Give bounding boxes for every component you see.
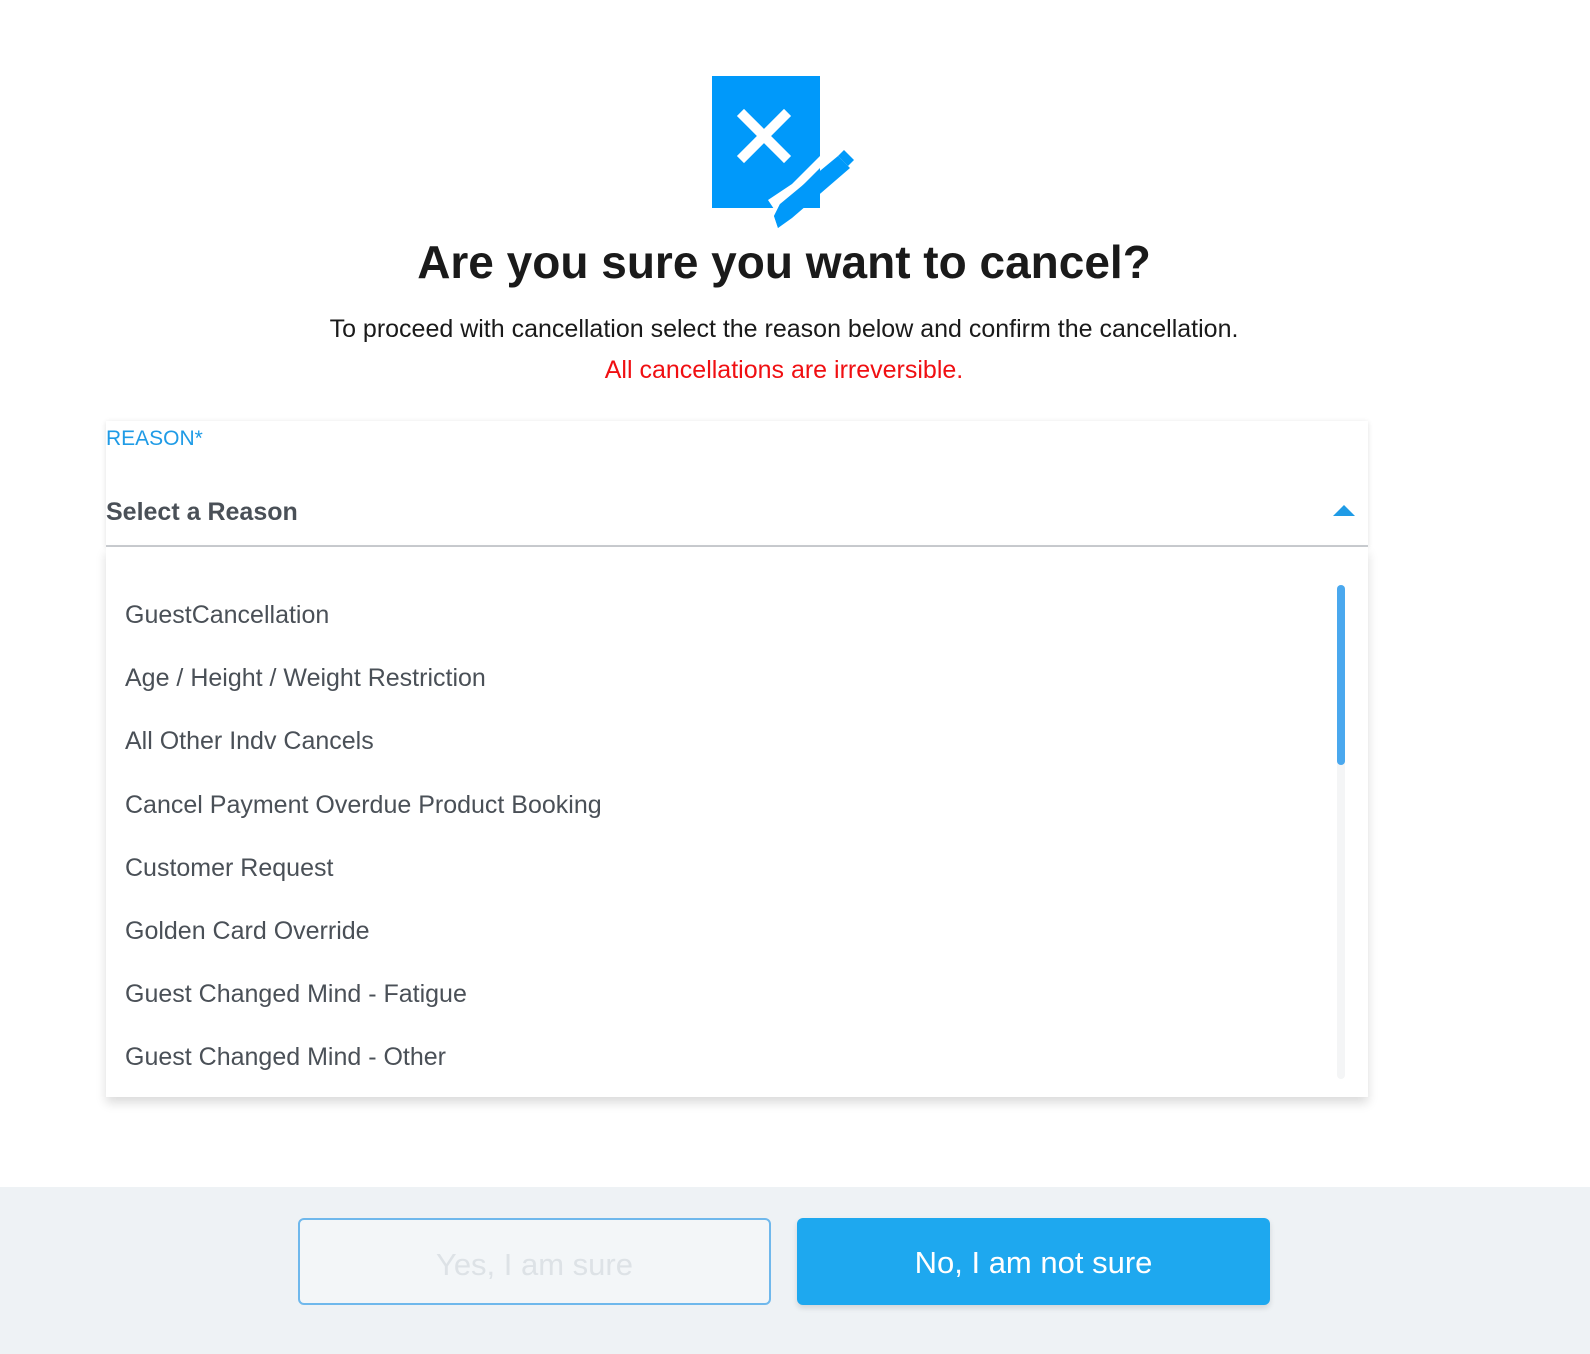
cancel-document-pencil-icon (712, 76, 854, 228)
reason-option[interactable]: Age / Height / Weight Restriction (106, 647, 1326, 710)
reason-option[interactable]: All Other Indv Cancels (106, 710, 1326, 773)
dialog-footer: Yes, I am sure No, I am not sure (0, 1187, 1590, 1354)
page-title: Are you sure you want to cancel? (417, 236, 1151, 288)
caret-up-icon[interactable] (1333, 505, 1355, 516)
reason-option[interactable]: Customer Request (106, 837, 1326, 900)
reason-option[interactable]: GuestCancellation (106, 584, 1326, 647)
reason-select-value[interactable]: Select a Reason (106, 495, 298, 529)
irreversible-warning: All cancellations are irreversible. (604, 356, 964, 384)
reason-options-list: GuestCancellation Age / Height / Weight R… (106, 584, 1326, 1090)
dropdown-scrollbar[interactable] (1337, 585, 1345, 1079)
reason-label: REASON* (106, 427, 203, 450)
instructions-text: To proceed with cancellation select the … (329, 315, 1239, 343)
cancel-dialog: Are you sure you want to cancel? To proc… (0, 0, 1590, 1354)
dropdown-scrollbar-thumb[interactable] (1337, 585, 1345, 765)
confirm-cancel-button[interactable]: Yes, I am sure (298, 1218, 771, 1305)
decline-cancel-button[interactable]: No, I am not sure (797, 1218, 1270, 1305)
reason-dropdown: GuestCancellation Age / Height / Weight R… (106, 547, 1368, 1097)
reason-option[interactable]: Guest Changed Mind - Other (106, 1026, 1326, 1089)
reason-option[interactable]: Guest Changed Mind - Fatigue (106, 963, 1326, 1026)
reason-option[interactable]: Golden Card Override (106, 900, 1326, 963)
reason-select[interactable]: REASON* Select a Reason (106, 421, 1368, 547)
reason-option[interactable]: Cancel Payment Overdue Product Booking (106, 774, 1326, 837)
